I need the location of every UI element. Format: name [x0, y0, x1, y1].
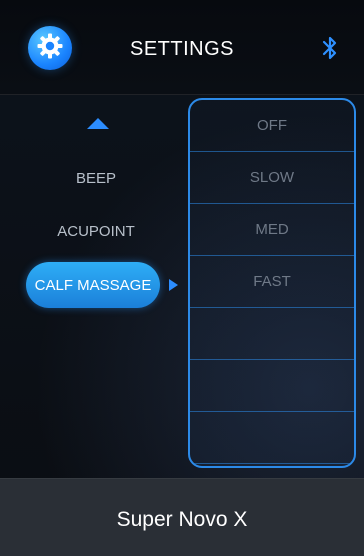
- options-panel: OFF SLOW MED FAST: [188, 98, 356, 468]
- bluetooth-icon[interactable]: [320, 36, 340, 60]
- empty-option-row: [190, 412, 354, 464]
- option-slow[interactable]: SLOW: [190, 152, 354, 204]
- empty-option-row: [190, 360, 354, 412]
- option-med[interactable]: MED: [190, 204, 354, 256]
- menu-item-acupoint[interactable]: ACUPOINT: [26, 210, 166, 252]
- option-off[interactable]: OFF: [190, 100, 354, 152]
- triangle-right-icon: [169, 279, 178, 291]
- device-name: Super Novo X: [116, 508, 248, 531]
- settings-screen: SETTINGS BEEP ACUPOINT CALF MASSAGE OFF …: [0, 0, 364, 556]
- option-fast[interactable]: FAST: [190, 256, 354, 308]
- page-title: SETTINGS: [129, 38, 234, 60]
- triangle-up-icon[interactable]: [87, 118, 109, 129]
- empty-option-row: [190, 308, 354, 360]
- menu-item-calf-massage[interactable]: CALF MASSAGE: [26, 262, 160, 308]
- header-bar: SETTINGS: [0, 0, 364, 95]
- menu-item-beep[interactable]: BEEP: [26, 157, 166, 199]
- footer-bar: Super Novo X: [0, 478, 364, 556]
